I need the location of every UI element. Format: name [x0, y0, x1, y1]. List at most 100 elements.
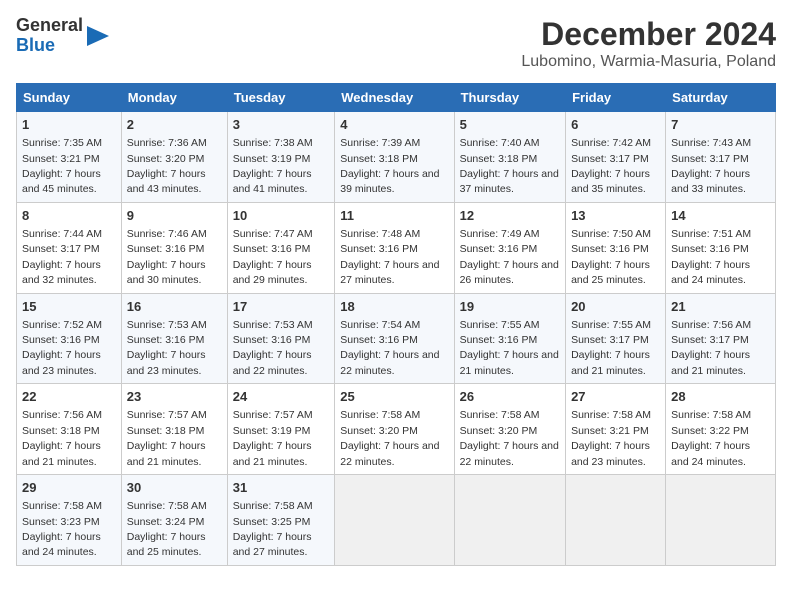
day-info: Sunrise: 7:48 AMSunset: 3:16 PMDaylight:… [340, 228, 439, 286]
day-number: 20 [571, 298, 660, 316]
day-number: 15 [22, 298, 116, 316]
day-number: 14 [671, 207, 770, 225]
calendar-cell: 3 Sunrise: 7:38 AMSunset: 3:19 PMDayligh… [227, 112, 335, 203]
page-subtitle: Lubomino, Warmia-Masuria, Poland [521, 53, 776, 71]
day-number: 10 [233, 207, 330, 225]
week-row-2: 8 Sunrise: 7:44 AMSunset: 3:17 PMDayligh… [17, 202, 776, 293]
week-row-3: 15 Sunrise: 7:52 AMSunset: 3:16 PMDaylig… [17, 293, 776, 384]
calendar-cell: 18 Sunrise: 7:54 AMSunset: 3:16 PMDaylig… [335, 293, 454, 384]
header-tuesday: Tuesday [227, 84, 335, 112]
calendar-cell: 2 Sunrise: 7:36 AMSunset: 3:20 PMDayligh… [121, 112, 227, 203]
calendar-cell [566, 475, 666, 566]
day-number: 2 [127, 116, 222, 134]
calendar-cell: 4 Sunrise: 7:39 AMSunset: 3:18 PMDayligh… [335, 112, 454, 203]
day-info: Sunrise: 7:51 AMSunset: 3:16 PMDaylight:… [671, 228, 751, 286]
day-info: Sunrise: 7:54 AMSunset: 3:16 PMDaylight:… [340, 319, 439, 377]
day-number: 24 [233, 388, 330, 406]
calendar-cell: 17 Sunrise: 7:53 AMSunset: 3:16 PMDaylig… [227, 293, 335, 384]
calendar-cell: 5 Sunrise: 7:40 AMSunset: 3:18 PMDayligh… [454, 112, 565, 203]
calendar-cell: 27 Sunrise: 7:58 AMSunset: 3:21 PMDaylig… [566, 384, 666, 475]
logo: General Blue [16, 16, 109, 56]
logo-line1: General [16, 16, 83, 36]
week-row-4: 22 Sunrise: 7:56 AMSunset: 3:18 PMDaylig… [17, 384, 776, 475]
day-number: 30 [127, 479, 222, 497]
header-wednesday: Wednesday [335, 84, 454, 112]
day-info: Sunrise: 7:55 AMSunset: 3:16 PMDaylight:… [460, 319, 559, 377]
header-friday: Friday [566, 84, 666, 112]
day-info: Sunrise: 7:46 AMSunset: 3:16 PMDaylight:… [127, 228, 207, 286]
calendar-cell: 8 Sunrise: 7:44 AMSunset: 3:17 PMDayligh… [17, 202, 122, 293]
calendar-cell: 11 Sunrise: 7:48 AMSunset: 3:16 PMDaylig… [335, 202, 454, 293]
day-info: Sunrise: 7:58 AMSunset: 3:20 PMDaylight:… [460, 409, 559, 467]
day-info: Sunrise: 7:35 AMSunset: 3:21 PMDaylight:… [22, 137, 102, 195]
calendar-cell: 19 Sunrise: 7:55 AMSunset: 3:16 PMDaylig… [454, 293, 565, 384]
calendar-cell: 29 Sunrise: 7:58 AMSunset: 3:23 PMDaylig… [17, 475, 122, 566]
day-info: Sunrise: 7:52 AMSunset: 3:16 PMDaylight:… [22, 319, 102, 377]
day-info: Sunrise: 7:53 AMSunset: 3:16 PMDaylight:… [233, 319, 313, 377]
day-number: 4 [340, 116, 448, 134]
day-number: 27 [571, 388, 660, 406]
day-number: 8 [22, 207, 116, 225]
day-number: 9 [127, 207, 222, 225]
day-info: Sunrise: 7:40 AMSunset: 3:18 PMDaylight:… [460, 137, 559, 195]
day-info: Sunrise: 7:58 AMSunset: 3:25 PMDaylight:… [233, 500, 313, 558]
calendar-cell: 30 Sunrise: 7:58 AMSunset: 3:24 PMDaylig… [121, 475, 227, 566]
calendar-cell: 23 Sunrise: 7:57 AMSunset: 3:18 PMDaylig… [121, 384, 227, 475]
calendar-cell: 1 Sunrise: 7:35 AMSunset: 3:21 PMDayligh… [17, 112, 122, 203]
calendar-cell: 25 Sunrise: 7:58 AMSunset: 3:20 PMDaylig… [335, 384, 454, 475]
calendar-cell: 20 Sunrise: 7:55 AMSunset: 3:17 PMDaylig… [566, 293, 666, 384]
day-number: 18 [340, 298, 448, 316]
week-row-5: 29 Sunrise: 7:58 AMSunset: 3:23 PMDaylig… [17, 475, 776, 566]
calendar-table: SundayMondayTuesdayWednesdayThursdayFrid… [16, 83, 776, 566]
day-info: Sunrise: 7:58 AMSunset: 3:22 PMDaylight:… [671, 409, 751, 467]
day-info: Sunrise: 7:58 AMSunset: 3:20 PMDaylight:… [340, 409, 439, 467]
day-info: Sunrise: 7:55 AMSunset: 3:17 PMDaylight:… [571, 319, 651, 377]
calendar-cell: 28 Sunrise: 7:58 AMSunset: 3:22 PMDaylig… [666, 384, 776, 475]
week-row-1: 1 Sunrise: 7:35 AMSunset: 3:21 PMDayligh… [17, 112, 776, 203]
day-info: Sunrise: 7:44 AMSunset: 3:17 PMDaylight:… [22, 228, 102, 286]
day-info: Sunrise: 7:57 AMSunset: 3:18 PMDaylight:… [127, 409, 207, 467]
day-info: Sunrise: 7:38 AMSunset: 3:19 PMDaylight:… [233, 137, 313, 195]
day-number: 29 [22, 479, 116, 497]
day-info: Sunrise: 7:42 AMSunset: 3:17 PMDaylight:… [571, 137, 651, 195]
calendar-cell: 26 Sunrise: 7:58 AMSunset: 3:20 PMDaylig… [454, 384, 565, 475]
day-info: Sunrise: 7:36 AMSunset: 3:20 PMDaylight:… [127, 137, 207, 195]
day-info: Sunrise: 7:58 AMSunset: 3:23 PMDaylight:… [22, 500, 102, 558]
page-title: December 2024 [521, 16, 776, 53]
day-number: 12 [460, 207, 560, 225]
day-info: Sunrise: 7:43 AMSunset: 3:17 PMDaylight:… [671, 137, 751, 195]
day-info: Sunrise: 7:56 AMSunset: 3:18 PMDaylight:… [22, 409, 102, 467]
calendar-cell: 21 Sunrise: 7:56 AMSunset: 3:17 PMDaylig… [666, 293, 776, 384]
day-info: Sunrise: 7:57 AMSunset: 3:19 PMDaylight:… [233, 409, 313, 467]
day-info: Sunrise: 7:50 AMSunset: 3:16 PMDaylight:… [571, 228, 651, 286]
header-thursday: Thursday [454, 84, 565, 112]
day-number: 3 [233, 116, 330, 134]
calendar-cell: 15 Sunrise: 7:52 AMSunset: 3:16 PMDaylig… [17, 293, 122, 384]
day-info: Sunrise: 7:47 AMSunset: 3:16 PMDaylight:… [233, 228, 313, 286]
calendar-cell: 24 Sunrise: 7:57 AMSunset: 3:19 PMDaylig… [227, 384, 335, 475]
calendar-cell: 13 Sunrise: 7:50 AMSunset: 3:16 PMDaylig… [566, 202, 666, 293]
day-number: 21 [671, 298, 770, 316]
day-number: 6 [571, 116, 660, 134]
day-number: 1 [22, 116, 116, 134]
calendar-cell: 22 Sunrise: 7:56 AMSunset: 3:18 PMDaylig… [17, 384, 122, 475]
day-number: 31 [233, 479, 330, 497]
day-number: 22 [22, 388, 116, 406]
day-number: 26 [460, 388, 560, 406]
day-number: 16 [127, 298, 222, 316]
day-info: Sunrise: 7:49 AMSunset: 3:16 PMDaylight:… [460, 228, 559, 286]
page-header: General Blue December 2024 Lubomino, War… [16, 16, 776, 71]
calendar-cell: 10 Sunrise: 7:47 AMSunset: 3:16 PMDaylig… [227, 202, 335, 293]
calendar-cell: 6 Sunrise: 7:42 AMSunset: 3:17 PMDayligh… [566, 112, 666, 203]
day-info: Sunrise: 7:56 AMSunset: 3:17 PMDaylight:… [671, 319, 751, 377]
day-info: Sunrise: 7:39 AMSunset: 3:18 PMDaylight:… [340, 137, 439, 195]
calendar-cell: 9 Sunrise: 7:46 AMSunset: 3:16 PMDayligh… [121, 202, 227, 293]
day-number: 25 [340, 388, 448, 406]
day-info: Sunrise: 7:58 AMSunset: 3:24 PMDaylight:… [127, 500, 207, 558]
calendar-cell [454, 475, 565, 566]
calendar-cell [666, 475, 776, 566]
calendar-header: SundayMondayTuesdayWednesdayThursdayFrid… [17, 84, 776, 112]
day-number: 11 [340, 207, 448, 225]
day-info: Sunrise: 7:58 AMSunset: 3:21 PMDaylight:… [571, 409, 651, 467]
calendar-cell: 31 Sunrise: 7:58 AMSunset: 3:25 PMDaylig… [227, 475, 335, 566]
